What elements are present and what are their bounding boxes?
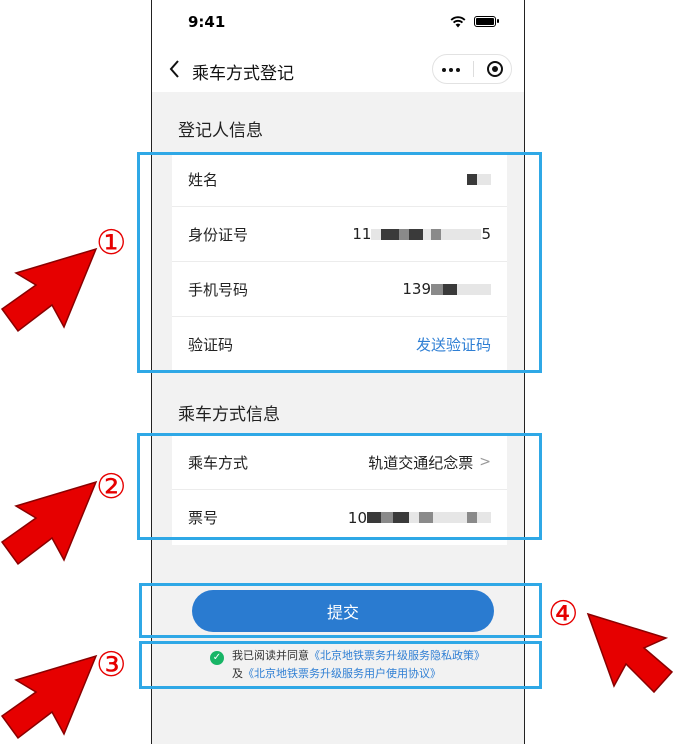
nav-bar: 乘车方式登记: [152, 46, 524, 92]
annotation-number-4: ④: [548, 594, 579, 634]
highlight-box-2: [137, 433, 542, 540]
red-arrow-icon-3: [0, 654, 98, 740]
back-arrow-icon[interactable]: [166, 58, 184, 80]
page-title: 乘车方式登记: [192, 64, 294, 84]
status-bar: 9:41: [152, 0, 524, 46]
status-time: 9:41: [188, 13, 226, 31]
highlight-box-1: [137, 152, 542, 373]
red-arrow-icon-4: [586, 612, 674, 694]
highlight-box-3: [139, 641, 542, 689]
more-options-icon[interactable]: [442, 68, 460, 72]
capsule-divider: [473, 61, 474, 77]
annotation-number-1: ①: [96, 223, 127, 263]
wifi-icon: [450, 16, 466, 28]
highlight-box-4: [139, 583, 542, 638]
red-arrow-icon-1: [0, 247, 98, 333]
status-icons: [450, 15, 499, 28]
mini-program-capsule: [432, 54, 512, 84]
battery-icon: [474, 16, 499, 27]
close-mini-program-icon[interactable]: [487, 61, 503, 77]
registrant-section-title: 登记人信息: [178, 121, 263, 141]
ride-section-title: 乘车方式信息: [178, 405, 280, 425]
red-arrow-icon-2: [0, 480, 98, 566]
annotation-number-2: ②: [96, 467, 127, 507]
annotation-number-3: ③: [96, 645, 127, 685]
